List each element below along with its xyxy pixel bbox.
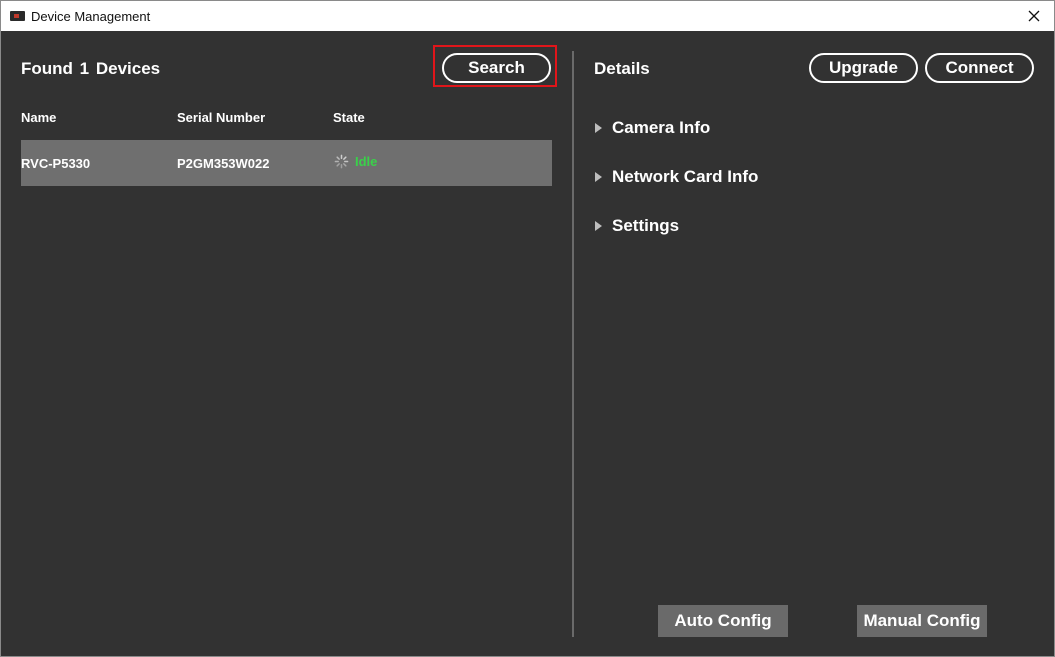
connect-button[interactable]: Connect <box>925 53 1034 83</box>
section-settings[interactable]: Settings <box>595 216 679 236</box>
triangle-right-icon <box>595 172 602 182</box>
upgrade-button[interactable]: Upgrade <box>809 53 918 83</box>
auto-config-button[interactable]: Auto Config <box>658 605 788 637</box>
close-button[interactable] <box>1018 1 1050 31</box>
section-label: Settings <box>612 216 680 235</box>
details-title: Details <box>594 59 650 78</box>
found-devices-label: Found 1 Devices <box>21 59 160 79</box>
section-camera-info[interactable]: Camera Info <box>595 118 710 138</box>
triangle-right-icon <box>595 221 602 231</box>
section-label: Camera Info <box>612 118 711 137</box>
column-header-serial-number: Serial Number <box>177 110 266 125</box>
device-serial: P2GM353W022 <box>177 156 270 171</box>
close-icon <box>1028 10 1040 22</box>
device-management-window: Device Management Found 1 Devices Search… <box>0 0 1055 657</box>
search-button[interactable]: Search <box>442 53 551 83</box>
loading-spinner-icon <box>334 154 349 169</box>
triangle-right-icon <box>595 123 602 133</box>
device-name: RVC-P5330 <box>21 156 91 171</box>
device-state: Idle <box>334 154 377 169</box>
device-row[interactable]: RVC-P5330 P2GM353W022 Idle <box>21 140 552 186</box>
found-count: 1 <box>79 59 90 78</box>
app-icon <box>10 11 25 21</box>
panel-divider[interactable] <box>572 51 574 637</box>
found-suffix: Devices <box>95 59 161 78</box>
main-content: Found 1 Devices Search Name Serial Numbe… <box>1 31 1054 656</box>
found-prefix: Found <box>21 59 73 78</box>
device-state-text: Idle <box>355 154 378 169</box>
section-label: Network Card Info <box>612 167 759 186</box>
section-network-card-info[interactable]: Network Card Info <box>595 167 758 187</box>
title-bar: Device Management <box>1 1 1054 31</box>
manual-config-button[interactable]: Manual Config <box>857 605 987 637</box>
column-header-name: Name <box>21 110 57 125</box>
column-header-state: State <box>333 110 365 125</box>
window-title: Device Management <box>31 9 151 24</box>
